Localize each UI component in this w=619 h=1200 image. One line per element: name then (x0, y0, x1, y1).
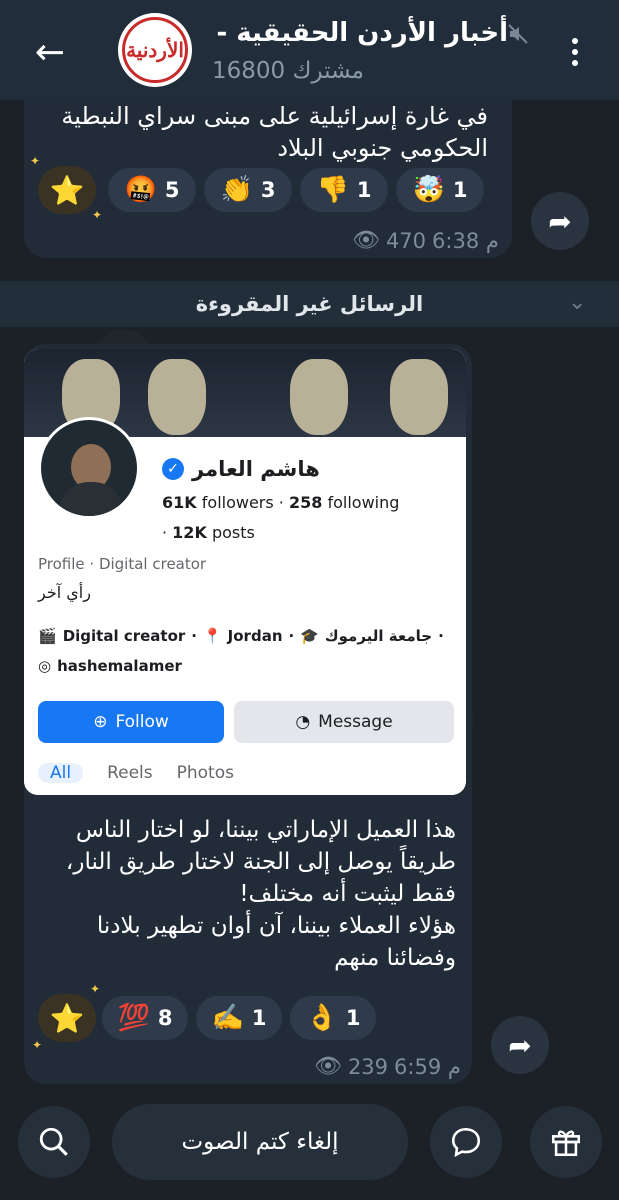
channel-logo: الأردنية (122, 17, 188, 83)
unmute-button[interactable]: إلغاء كتم الصوت (112, 1104, 408, 1180)
message-text-line: الحكومي جنوبي البلاد (277, 134, 488, 162)
reaction-count: 1 (356, 178, 372, 202)
chevron-down-icon[interactable]: ⌄ (568, 290, 586, 315)
ok-hand-icon: 👌 (305, 1003, 338, 1033)
follow-button: ⊕ Follow (38, 701, 224, 743)
profile-avatar (38, 417, 140, 519)
logo-text: الأردنية (126, 38, 184, 62)
star-icon: ⭐ (49, 173, 85, 207)
share-button[interactable]: ➦ (531, 192, 589, 250)
profile-bio: رأي آخر (38, 583, 91, 602)
message-text-line: هؤلاء العملاء بيننا، آن أوان تطهير بلادن… (96, 913, 456, 939)
star-icon: ⭐ (49, 1001, 85, 1035)
share-arrow-icon: ➦ (508, 1028, 532, 1062)
reaction-count: 8 (157, 1006, 173, 1030)
chat-header: ← الأردنية أخبار الأردن الحقيقية - 16800… (0, 0, 619, 100)
reaction-count: 1 (345, 1006, 361, 1030)
star-reaction[interactable]: ⭐ ✦ ✦ (32, 982, 100, 1052)
reaction-chip[interactable]: 👎 1 (300, 168, 388, 212)
tab-photos: Photos (176, 763, 234, 783)
arrow-left-icon: ← (34, 31, 66, 73)
profile-stats: 61K followers · 258 following (162, 493, 400, 512)
reactions-row: 💯 8 ✍️ 1 👌 1 (102, 996, 376, 1040)
message-time: 6:59 م (394, 1054, 461, 1079)
message-text: في غارة إسرائيلية على مبنى سراي النبطية … (48, 100, 488, 164)
comments-button[interactable] (430, 1106, 502, 1178)
facebook-profile-card: هاشم العامر ✓ 61K followers · 258 follow… (24, 417, 466, 795)
muted-speaker-icon (506, 22, 532, 48)
unmute-label: إلغاء كتم الصوت (181, 1129, 339, 1155)
profile-instagram: ◎ hashemalamer (38, 657, 182, 675)
reaction-chip[interactable]: ✍️ 1 (196, 996, 282, 1040)
chat-bubble-icon (451, 1127, 481, 1157)
channel-title[interactable]: أخبار الأردن الحقيقية - (214, 18, 508, 48)
message-text-line: وفضائنا منهم (334, 945, 456, 971)
hundred-points-icon: 💯 (117, 1003, 150, 1033)
profile-info-row: 🎬 Digital creator · 📍 Jordan · 🎓 جامعة الير… (38, 627, 444, 645)
reaction-count: 5 (164, 178, 180, 202)
video-camera-icon: 🎬 (38, 627, 57, 645)
thumbs-down-icon: 👎 (316, 175, 349, 205)
channel-avatar[interactable]: الأردنية (118, 13, 192, 87)
share-arrow-icon: ➦ (548, 204, 572, 238)
reactions-row: 🤬 5 👏 3 👎 1 🤯 1 (108, 168, 484, 212)
follow-icon: ⊕ (93, 712, 108, 732)
reaction-count: 3 (260, 178, 276, 202)
messenger-icon: ◔ (295, 712, 311, 732)
star-reaction[interactable]: ⭐ ✦ ✦ (30, 154, 102, 222)
reaction-chip[interactable]: 👏 3 (204, 168, 292, 212)
profile-posts: · 12K posts (162, 523, 255, 542)
profile-type: Profile · Digital creator (38, 555, 207, 573)
exploding-head-icon: 🤯 (412, 175, 445, 205)
message-text-line: فقط ليثبت أنه مختلف! (239, 881, 456, 907)
message-meta: 👁 470 6:38 م (352, 228, 499, 253)
message-time: 6:38 م (432, 228, 499, 253)
angry-face-icon: 🤬 (124, 175, 157, 205)
reaction-chip[interactable]: 👌 1 (290, 996, 376, 1040)
more-menu-button[interactable] (560, 30, 590, 74)
instagram-icon: ◎ (38, 657, 52, 675)
unread-divider: الرسائل غير المقروءة (0, 281, 619, 327)
view-count: 470 (385, 228, 427, 253)
message-text-line: في غارة إسرائيلية على مبنى سراي النبطية (61, 102, 488, 130)
share-button[interactable]: ➦ (491, 1016, 549, 1074)
reaction-chip[interactable]: 🤬 5 (108, 168, 196, 212)
tab-reels: Reels (107, 763, 153, 783)
writing-hand-icon: ✍️ (211, 1003, 244, 1033)
search-icon (39, 1127, 68, 1156)
tab-all: All (38, 763, 84, 783)
reaction-chip[interactable]: 🤯 1 (396, 168, 484, 212)
eye-icon: 👁 (352, 228, 380, 253)
message-image[interactable]: هاشم العامر ✓ 61K followers · 258 follow… (24, 349, 466, 795)
profile-name-row: هاشم العامر ✓ (162, 457, 320, 481)
graduation-cap-icon: 🎓 (300, 627, 319, 645)
clap-icon: 👏 (220, 175, 253, 205)
message-button: ◔ Message (234, 701, 454, 743)
message-text: هذا العميل الإماراتي بيننا، لو اختار الن… (40, 814, 456, 974)
view-count: 239 (347, 1054, 389, 1079)
gift-button[interactable] (530, 1106, 602, 1178)
message-meta: 👁 239 6:59 م (314, 1054, 461, 1079)
gift-icon (551, 1130, 581, 1157)
unread-label: الرسائل غير المقروءة (195, 292, 424, 316)
location-pin-icon: 📍 (202, 627, 222, 645)
search-button[interactable] (18, 1106, 90, 1178)
profile-tabs: All Reels Photos (38, 763, 234, 783)
verified-badge-icon: ✓ (162, 458, 184, 480)
reaction-chip[interactable]: 💯 8 (102, 996, 188, 1040)
message-text-line: هذا العميل الإماراتي بيننا، لو اختار الن… (75, 817, 456, 843)
profile-name: هاشم العامر (192, 457, 320, 481)
reaction-count: 1 (452, 178, 468, 202)
back-button[interactable]: ← (26, 30, 74, 74)
subscriber-count: 16800 مشترك (212, 58, 364, 84)
reaction-count: 1 (251, 1006, 267, 1030)
message-text-line: طريقاً يوصل إلى الجنة لاختار طريق النار، (65, 849, 456, 875)
eye-icon: 👁 (314, 1054, 342, 1079)
